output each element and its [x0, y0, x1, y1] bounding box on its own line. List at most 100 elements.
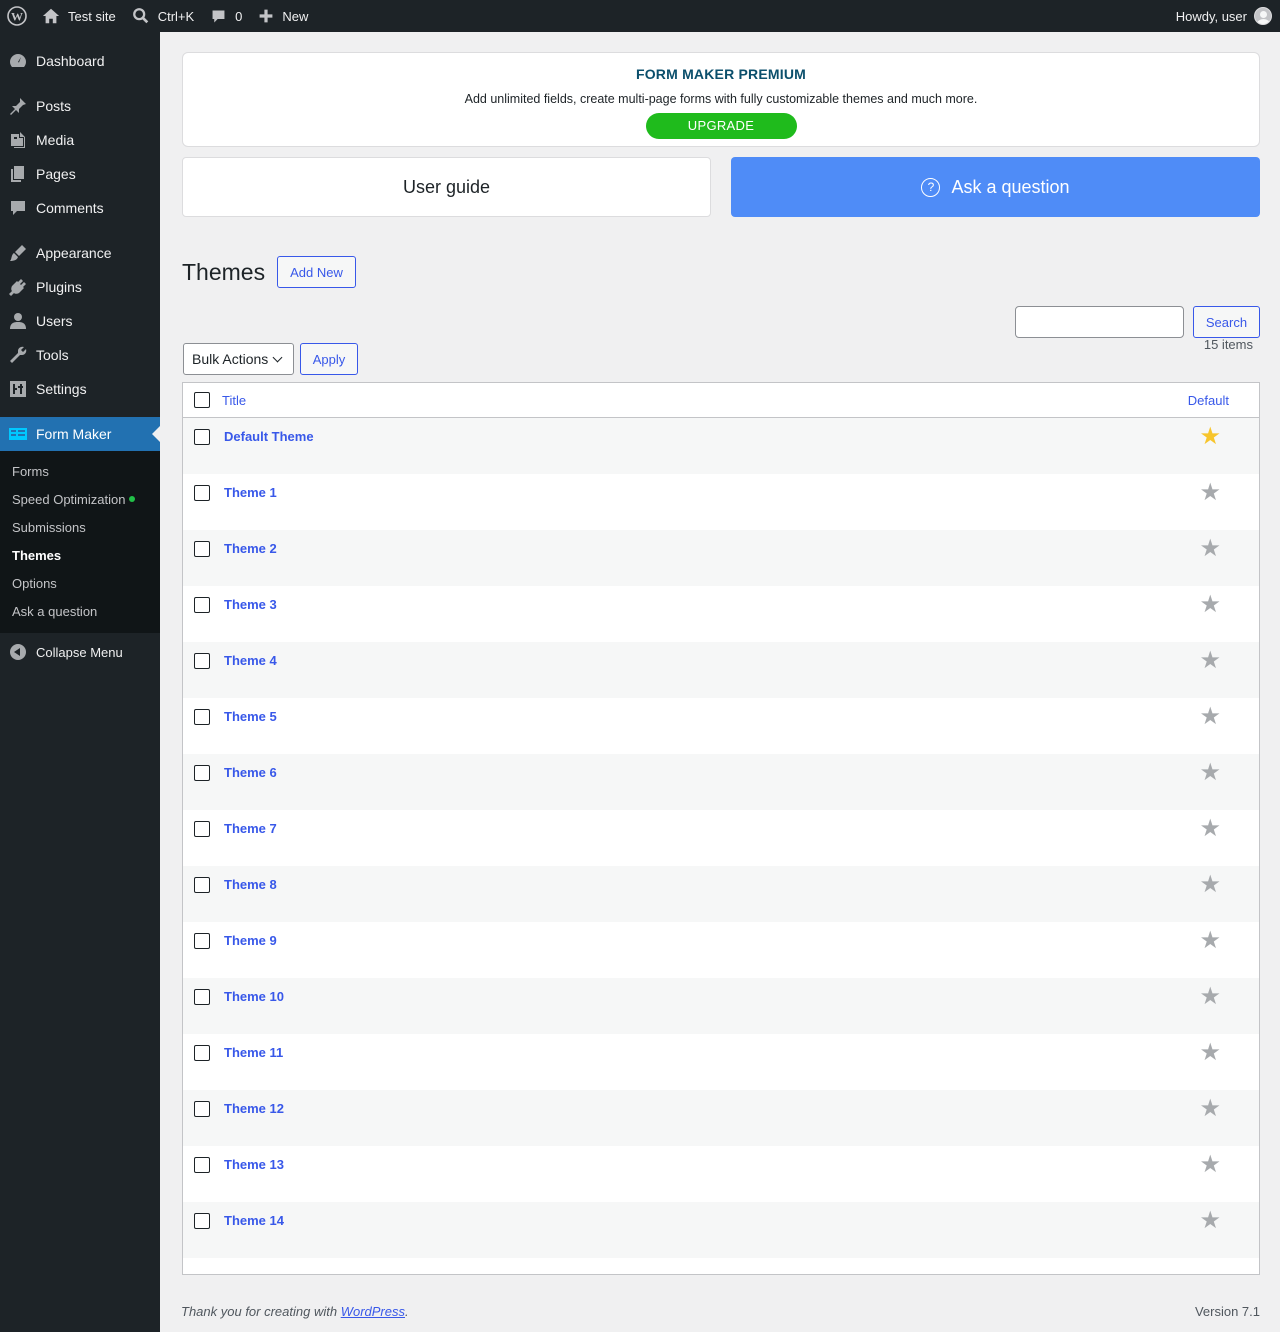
- premium-title: FORM MAKER PREMIUM: [635, 66, 807, 82]
- row-checkbox[interactable]: [194, 597, 210, 613]
- user-account-menu[interactable]: Howdy, user: [1168, 0, 1280, 32]
- submenu-themes[interactable]: Themes: [0, 541, 160, 569]
- sidebar-item-plugins[interactable]: Plugins: [0, 270, 160, 304]
- submenu-forms[interactable]: Forms: [0, 457, 160, 485]
- theme-title-link[interactable]: Theme 10: [224, 989, 284, 1004]
- search-input[interactable]: [1015, 306, 1184, 338]
- theme-title-link[interactable]: Theme 1: [224, 485, 277, 500]
- wordpress-logo-button[interactable]: W: [0, 0, 34, 32]
- sidebar-item-tools[interactable]: Tools: [0, 338, 160, 372]
- sidebar-item-label: Appearance: [36, 245, 112, 261]
- set-default-star-icon[interactable]: ★: [1199, 1041, 1221, 1065]
- set-default-star-icon[interactable]: ★: [1199, 1209, 1221, 1233]
- submenu-submissions[interactable]: Submissions: [0, 513, 160, 541]
- row-checkbox[interactable]: [194, 485, 210, 501]
- sidebar-item-form-maker[interactable]: Form Maker: [0, 417, 160, 451]
- collapse-icon: [10, 644, 26, 660]
- set-default-star-icon[interactable]: ★: [1199, 705, 1221, 729]
- ask-question-button[interactable]: ? Ask a question: [731, 157, 1260, 217]
- set-default-star-icon[interactable]: ★: [1199, 761, 1221, 785]
- row-checkbox[interactable]: [194, 933, 210, 949]
- row-checkbox[interactable]: [194, 541, 210, 557]
- sidebar-item-label: Settings: [36, 381, 87, 397]
- set-default-star-icon[interactable]: ★: [1199, 873, 1221, 897]
- theme-title-link[interactable]: Theme 8: [224, 877, 277, 892]
- theme-title-link[interactable]: Default Theme: [224, 429, 314, 444]
- table-row: Theme 9 ★: [183, 922, 1259, 978]
- row-checkbox[interactable]: [194, 1157, 210, 1173]
- default-star-icon[interactable]: ★: [1199, 425, 1221, 449]
- theme-title-link[interactable]: Theme 13: [224, 1157, 284, 1172]
- theme-title-link[interactable]: Theme 2: [224, 541, 277, 556]
- set-default-star-icon[interactable]: ★: [1199, 537, 1221, 561]
- row-checkbox[interactable]: [194, 821, 210, 837]
- theme-title-link[interactable]: Theme 14: [224, 1213, 284, 1228]
- theme-title-link[interactable]: Theme 3: [224, 597, 277, 612]
- footer-thanks-text: Thank you for creating with: [181, 1304, 338, 1319]
- sidebar-item-appearance[interactable]: Appearance: [0, 236, 160, 270]
- set-default-star-icon[interactable]: ★: [1199, 1153, 1221, 1177]
- set-default-star-icon[interactable]: ★: [1199, 929, 1221, 953]
- sidebar-item-label: Dashboard: [36, 53, 105, 69]
- comment-icon: [11, 201, 25, 215]
- select-all-checkbox[interactable]: [194, 392, 210, 408]
- column-title-header[interactable]: Title: [222, 393, 246, 408]
- submenu-ask-a-question[interactable]: Ask a question: [0, 597, 160, 625]
- wordpress-logo-icon: W: [7, 6, 27, 26]
- table-row: Theme 4 ★: [183, 642, 1259, 698]
- sidebar-item-media[interactable]: Media: [0, 123, 160, 157]
- premium-text: Add unlimited fields, create multi-page …: [464, 92, 978, 106]
- sidebar-item-comments[interactable]: Comments: [0, 191, 160, 225]
- new-content-button[interactable]: New: [250, 0, 316, 32]
- sidebar-item-users[interactable]: Users: [0, 304, 160, 338]
- theme-title-link[interactable]: Theme 9: [224, 933, 277, 948]
- row-checkbox[interactable]: [194, 765, 210, 781]
- sidebar-item-label: Pages: [36, 166, 76, 182]
- search-shortcut[interactable]: Ctrl+K: [124, 0, 202, 32]
- row-checkbox[interactable]: [194, 1045, 210, 1061]
- sidebar-item-settings[interactable]: Settings: [0, 372, 160, 406]
- bulk-actions-select[interactable]: Bulk Actions: [183, 343, 294, 375]
- submenu-options[interactable]: Options: [0, 569, 160, 597]
- set-default-star-icon[interactable]: ★: [1199, 1097, 1221, 1121]
- row-checkbox[interactable]: [194, 653, 210, 669]
- set-default-star-icon[interactable]: ★: [1199, 649, 1221, 673]
- user-guide-button[interactable]: User guide: [182, 157, 711, 217]
- column-default-header[interactable]: Default: [1188, 393, 1229, 408]
- set-default-star-icon[interactable]: ★: [1199, 985, 1221, 1009]
- site-name-link[interactable]: Test site: [34, 0, 124, 32]
- table-row: Theme 14 ★: [183, 1202, 1259, 1258]
- row-checkbox[interactable]: [194, 989, 210, 1005]
- upgrade-button[interactable]: UPGRADE: [645, 113, 797, 139]
- theme-title-link[interactable]: Theme 12: [224, 1101, 284, 1116]
- sidebar-item-dashboard[interactable]: Dashboard: [0, 44, 160, 78]
- row-checkbox[interactable]: [194, 1101, 210, 1117]
- comments-link[interactable]: 0: [202, 0, 250, 32]
- pages-icon: [11, 166, 24, 182]
- submenu-speed-optimization[interactable]: Speed Optimization: [0, 485, 160, 513]
- row-checkbox[interactable]: [194, 877, 210, 893]
- apply-button[interactable]: Apply: [300, 343, 358, 375]
- collapse-menu-button[interactable]: Collapse Menu: [0, 635, 160, 669]
- brush-icon: [10, 245, 26, 261]
- set-default-star-icon[interactable]: ★: [1199, 817, 1221, 841]
- theme-title-link[interactable]: Theme 6: [224, 765, 277, 780]
- sidebar-item-label: Media: [36, 132, 75, 148]
- theme-title-link[interactable]: Theme 11: [224, 1045, 283, 1060]
- footer: Thank you for creating with WordPress. V…: [181, 1304, 1260, 1319]
- set-default-star-icon[interactable]: ★: [1199, 481, 1221, 505]
- theme-title-link[interactable]: Theme 5: [224, 709, 277, 724]
- wordpress-link[interactable]: WordPress: [341, 1304, 405, 1319]
- collapse-label: Collapse Menu: [36, 644, 123, 660]
- row-checkbox[interactable]: [194, 429, 210, 445]
- sidebar-item-posts[interactable]: Posts: [0, 89, 160, 123]
- sidebar-item-pages[interactable]: Pages: [0, 157, 160, 191]
- row-checkbox[interactable]: [194, 1213, 210, 1229]
- theme-title-link[interactable]: Theme 7: [224, 821, 277, 836]
- set-default-star-icon[interactable]: ★: [1199, 593, 1221, 617]
- add-new-button[interactable]: Add New: [277, 256, 356, 288]
- plus-icon: [260, 9, 273, 23]
- search-button[interactable]: Search: [1193, 306, 1260, 338]
- theme-title-link[interactable]: Theme 4: [224, 653, 277, 668]
- row-checkbox[interactable]: [194, 709, 210, 725]
